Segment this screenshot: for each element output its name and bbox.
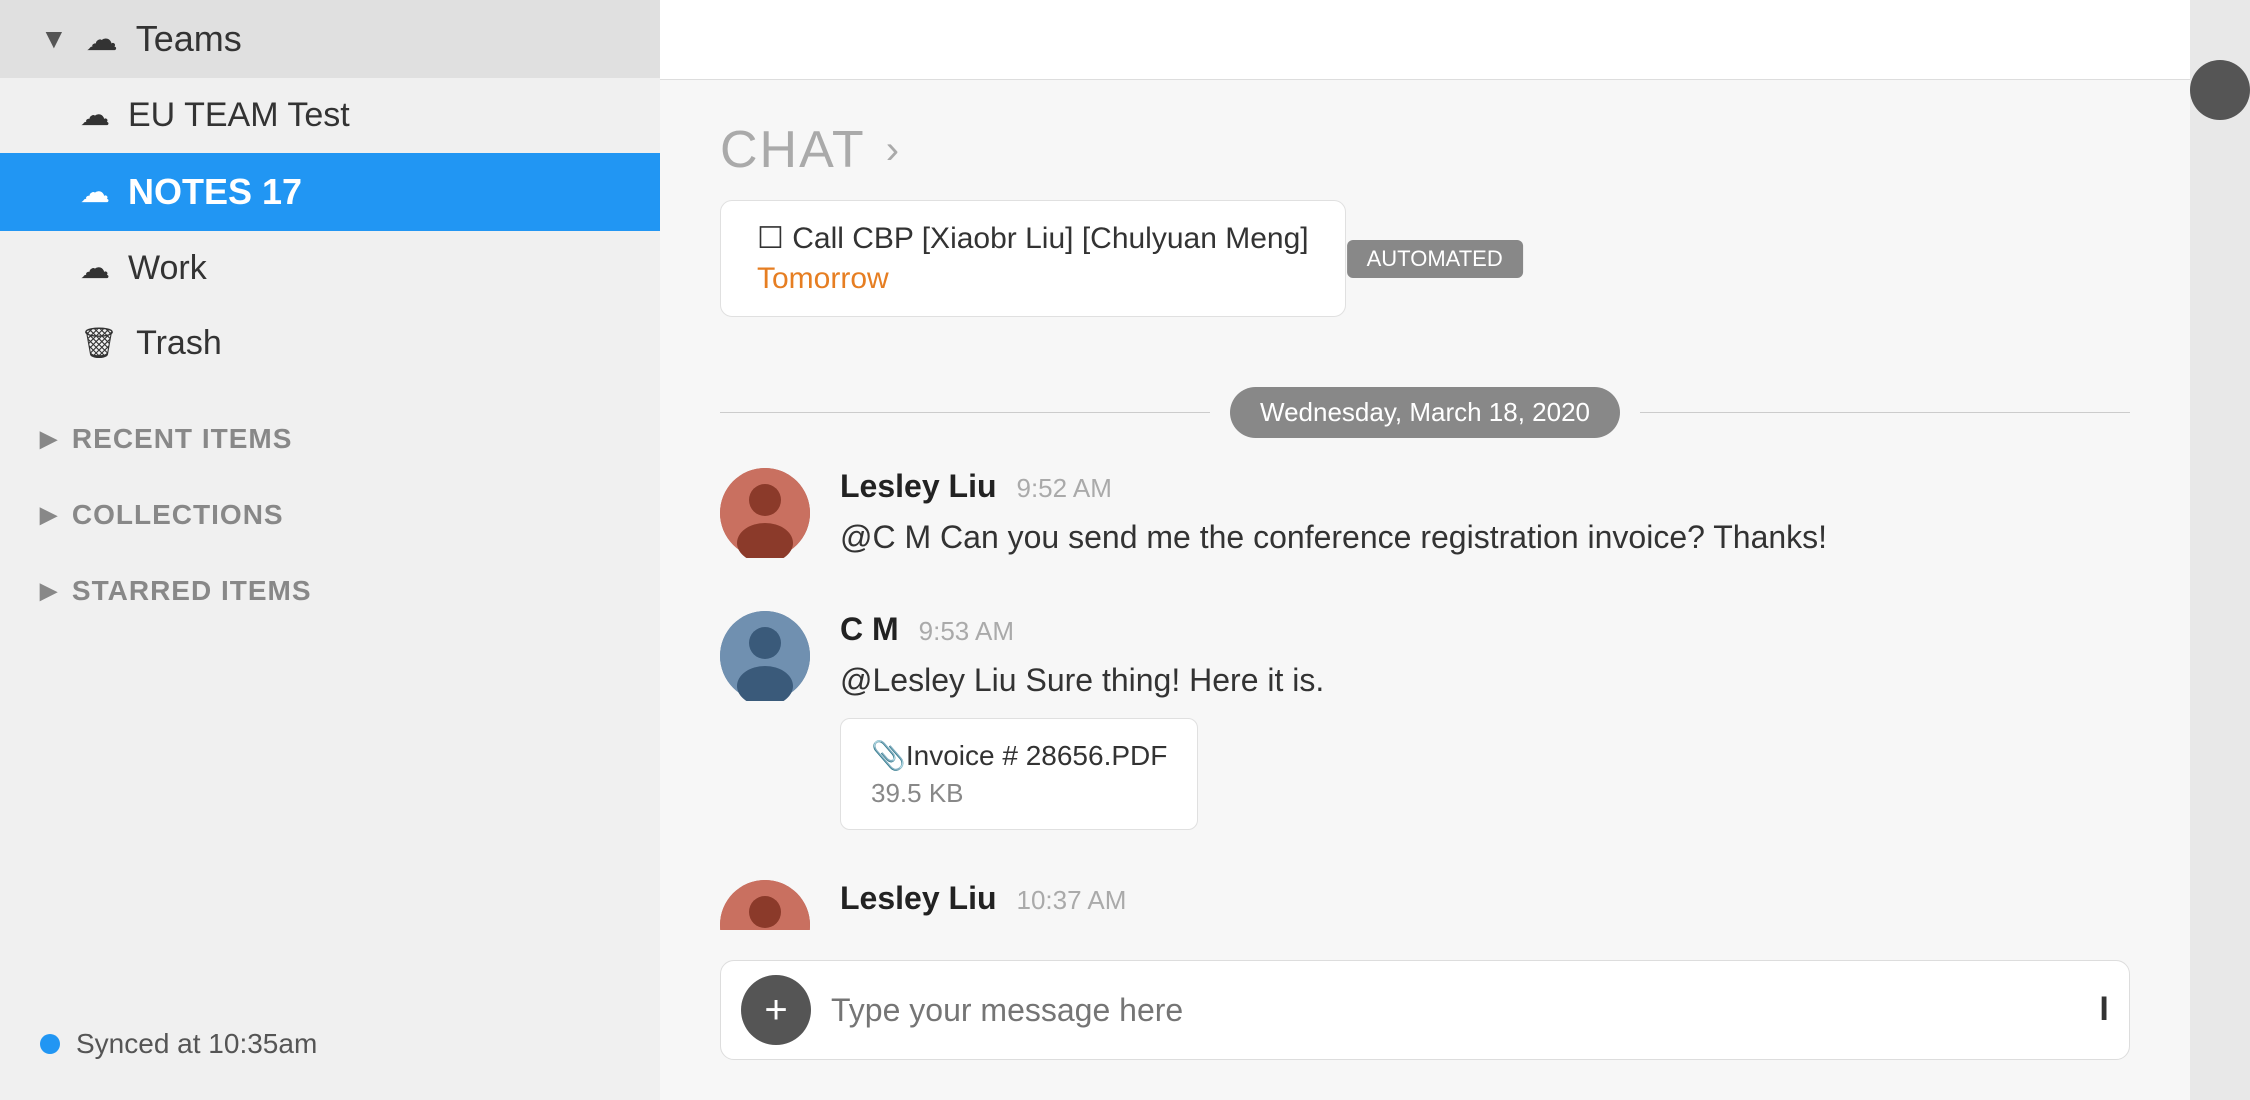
add-attachment-button[interactable]: + [741, 975, 811, 1045]
main-content: CHAT › ☐ Call CBP [Xiaobr Liu] [Chulyuan… [660, 0, 2190, 1100]
date-badge: Wednesday, March 18, 2020 [1230, 387, 1620, 438]
eu-team-label: EU TEAM Test [128, 96, 350, 135]
sidebar-section-starred[interactable]: ▶ STARRED ITEMS [0, 553, 660, 629]
chat-header: CHAT › [660, 80, 2190, 200]
triangle-down-icon: ▼ [40, 23, 68, 55]
message-row-3: Lesley Liu 10:37 AM Confirmed: conferenc… [720, 880, 2130, 930]
sender-lesley-3: Lesley Liu [840, 880, 997, 917]
sidebar-item-teams[interactable]: ▼ ☁ Teams [0, 0, 660, 78]
work-label: Work [128, 249, 207, 288]
chat-title: CHAT [720, 120, 866, 180]
cloud-icon: ☁ [86, 20, 118, 58]
avatar-lesley-1 [720, 468, 810, 558]
sync-status-text: Synced at 10:35am [76, 1028, 317, 1060]
attachment-name: 📎Invoice # 28656.PDF [871, 739, 1167, 772]
time-3: 10:37 AM [1017, 885, 1127, 916]
message-content-2: C M 9:53 AM @Lesley Liu Sure thing! Here… [840, 611, 2130, 830]
sidebar-item-notes[interactable]: ☁ NOTES 17 [0, 153, 660, 231]
sidebar-item-eu-team[interactable]: ☁ EU TEAM Test [0, 78, 660, 153]
arrow-recent-icon: ▶ [40, 426, 58, 452]
sidebar-section-recent[interactable]: ▶ RECENT ITEMS [0, 401, 660, 477]
attachment-card[interactable]: 📎Invoice # 28656.PDF 39.5 KB [840, 718, 1198, 830]
right-panel-avatar [2190, 60, 2250, 120]
chat-messages: ☐ Call CBP [Xiaobr Liu] [Chulyuan Meng] … [660, 200, 2190, 930]
sender-lesley-1: Lesley Liu [840, 468, 997, 505]
message-text-1: @C M Can you send me the conference regi… [840, 513, 2130, 561]
trash-label: Trash [136, 324, 222, 363]
message-input[interactable] [831, 992, 2079, 1029]
recent-items-label: RECENT ITEMS [72, 423, 292, 455]
message-input-row: + 𝐈 [720, 960, 2130, 1060]
teams-label: Teams [136, 18, 242, 60]
date-line-right [1640, 412, 2130, 413]
sender-cm: C M [840, 611, 899, 648]
notes-label: NOTES 17 [128, 171, 302, 213]
text-cursor-icon: 𝐈 [2099, 991, 2109, 1029]
arrow-starred-icon: ▶ [40, 578, 58, 604]
avatar-lesley-3 [720, 880, 810, 930]
automated-bubble: ☐ Call CBP [Xiaobr Liu] [Chulyuan Meng] … [720, 200, 1346, 317]
automated-badge: AUTOMATED [1347, 240, 1523, 278]
automated-message-row: ☐ Call CBP [Xiaobr Liu] [Chulyuan Meng] … [720, 200, 2130, 317]
automated-message-text: ☐ Call CBP [Xiaobr Liu] [Chulyuan Meng] [757, 221, 1309, 256]
date-divider: Wednesday, March 18, 2020 [720, 387, 2130, 438]
cloud-icon-work: ☁ [80, 251, 110, 286]
chat-container: CHAT › ☐ Call CBP [Xiaobr Liu] [Chulyuan… [660, 80, 2190, 1100]
attachment-size: 39.5 KB [871, 778, 1167, 809]
message-row-2: C M 9:53 AM @Lesley Liu Sure thing! Here… [720, 611, 2130, 830]
starred-items-label: STARRED ITEMS [72, 575, 312, 607]
sidebar-item-work[interactable]: ☁ Work [0, 231, 660, 306]
automated-time: Tomorrow [757, 262, 1309, 296]
sidebar: ▼ ☁ Teams ☁ EU TEAM Test ☁ NOTES 17 ☁ Wo… [0, 0, 660, 1100]
message-header-3: Lesley Liu 10:37 AM [840, 880, 2130, 917]
input-area: + 𝐈 [660, 930, 2190, 1100]
time-1: 9:52 AM [1017, 473, 1112, 504]
message-content-3: Lesley Liu 10:37 AM Confirmed: conferenc… [840, 880, 2130, 930]
avatar-cm [720, 611, 810, 701]
cloud-icon-eu: ☁ [80, 98, 110, 133]
sidebar-section-collections[interactable]: ▶ COLLECTIONS [0, 477, 660, 553]
date-line-left [720, 412, 1210, 413]
collections-label: COLLECTIONS [72, 499, 284, 531]
message-header-1: Lesley Liu 9:52 AM [840, 468, 2130, 505]
message-row: Lesley Liu 9:52 AM @C M Can you send me … [720, 468, 2130, 561]
cloud-icon-notes: ☁ [80, 175, 110, 210]
sidebar-item-trash[interactable]: 🗑 Trash [0, 306, 660, 381]
arrow-collections-icon: ▶ [40, 502, 58, 528]
message-text-2: @Lesley Liu Sure thing! Here it is. [840, 656, 2130, 704]
sync-status-bar: Synced at 10:35am [0, 1008, 660, 1080]
message-content-1: Lesley Liu 9:52 AM @C M Can you send me … [840, 468, 2130, 561]
chevron-right-icon: › [886, 128, 899, 173]
trash-icon: 🗑 [80, 326, 118, 361]
topbar [660, 0, 2190, 80]
message-header-2: C M 9:53 AM [840, 611, 2130, 648]
sync-dot-icon [40, 1034, 60, 1054]
time-2: 9:53 AM [919, 616, 1014, 647]
right-panel-edge [2190, 0, 2250, 1100]
